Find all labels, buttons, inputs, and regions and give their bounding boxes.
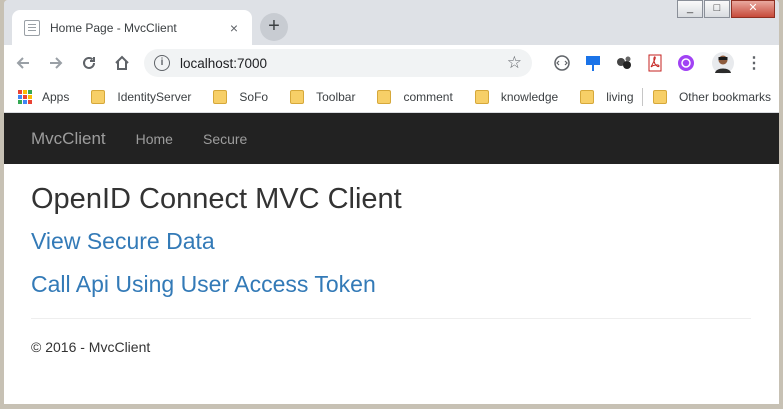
- tab-close-icon[interactable]: ×: [226, 20, 242, 36]
- site-navbar: MvcClient Home Secure: [4, 113, 779, 164]
- home-icon: [115, 55, 129, 70]
- call-api-link[interactable]: Call Api Using User Access Token: [31, 271, 752, 298]
- apps-icon: [18, 89, 32, 104]
- api-icon[interactable]: [674, 51, 698, 75]
- browser-window: Home Page - MvcClient × + _ □ ✕ i localh…: [4, 0, 779, 404]
- bookmark-knowledge[interactable]: knowledge: [474, 89, 559, 104]
- menu-icon[interactable]: ⋮: [746, 53, 762, 73]
- star-icon[interactable]: ☆: [507, 53, 522, 73]
- browser-toolbar: i localhost:7000 ☆ ⋮: [4, 45, 779, 81]
- maximize-button[interactable]: □: [704, 0, 730, 18]
- bookmark-label: comment: [403, 89, 453, 104]
- bookmark-label: knowledge: [500, 89, 559, 104]
- other-bookmarks[interactable]: Other bookmarks: [641, 88, 771, 106]
- extension-icons: ⋮: [550, 51, 762, 75]
- nav-secure[interactable]: Secure: [203, 131, 247, 147]
- address-bar[interactable]: i localhost:7000 ☆: [144, 49, 532, 77]
- bookmarks-bar: Apps IdentityServer SoFo Toolbar comment…: [4, 81, 779, 113]
- tab-strip: Home Page - MvcClient × + _ □ ✕: [4, 0, 779, 45]
- bookmark-comment[interactable]: comment: [377, 89, 453, 104]
- bookmark-identityserver[interactable]: IdentityServer: [91, 89, 192, 104]
- forward-button[interactable]: [42, 49, 70, 77]
- bookmark-label: IdentityServer: [117, 89, 192, 104]
- close-window-button[interactable]: ✕: [731, 0, 775, 18]
- bookmark-label: Apps: [42, 89, 70, 104]
- folder-icon: [290, 89, 305, 104]
- footer-text: © 2016 - MvcClient: [31, 339, 151, 355]
- folder-icon: [213, 89, 228, 104]
- bookmark-apps[interactable]: Apps: [18, 89, 70, 104]
- page-title: OpenID Connect MVC Client: [31, 183, 402, 215]
- site-brand[interactable]: MvcClient: [31, 129, 106, 149]
- reload-button[interactable]: [75, 49, 103, 77]
- tab-home-page[interactable]: Home Page - MvcClient ×: [12, 10, 252, 45]
- nav-home[interactable]: Home: [136, 131, 173, 147]
- tab-title: Home Page - MvcClient: [50, 20, 177, 35]
- url-text[interactable]: localhost:7000: [180, 56, 507, 71]
- folder-icon: [580, 89, 595, 104]
- new-tab-button[interactable]: +: [260, 13, 288, 41]
- back-icon: [16, 57, 29, 69]
- bookmark-living[interactable]: living: [580, 89, 634, 104]
- bookmark-label: Other bookmarks: [678, 90, 771, 104]
- bookmark-separator: [641, 88, 643, 106]
- info-icon[interactable]: i: [154, 55, 170, 71]
- bookmark-label: SoFo: [239, 89, 269, 104]
- divider: [31, 318, 751, 319]
- main-content: OpenID Connect MVC Client View Secure Da…: [4, 164, 779, 355]
- bookmark-toolbar[interactable]: Toolbar: [290, 89, 356, 104]
- back-button[interactable]: [9, 49, 37, 77]
- avatar[interactable]: [711, 51, 735, 75]
- folder-icon: [377, 89, 392, 104]
- pin-icon[interactable]: [581, 51, 605, 75]
- bookmark-sofo[interactable]: SoFo: [213, 89, 269, 104]
- folder-icon: [474, 89, 489, 104]
- folder-icon: [91, 89, 106, 104]
- reload-icon: [83, 56, 95, 69]
- code-icon[interactable]: [550, 51, 574, 75]
- home-button[interactable]: [108, 49, 136, 77]
- page-icon: [24, 19, 40, 36]
- window-controls: _ □ ✕: [676, 0, 775, 18]
- balls-icon[interactable]: [612, 51, 636, 75]
- minimize-button[interactable]: _: [677, 0, 703, 18]
- pdf-icon[interactable]: [643, 51, 667, 75]
- folder-icon: [652, 90, 667, 104]
- bookmark-label: living: [606, 89, 634, 104]
- forward-icon: [50, 57, 63, 69]
- web-page: MvcClient Home Secure OpenID Connect MVC…: [4, 113, 779, 404]
- view-secure-data-link[interactable]: View Secure Data: [31, 228, 752, 255]
- bookmark-label: Toolbar: [316, 89, 356, 104]
